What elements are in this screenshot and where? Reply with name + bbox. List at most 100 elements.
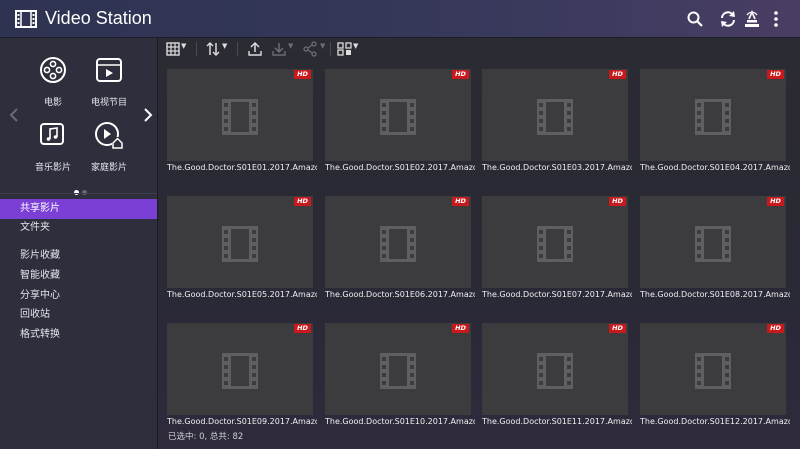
share-icon[interactable] (302, 41, 318, 57)
chevron-left-icon[interactable] (9, 107, 19, 123)
video-title: The.Good.Doctor.S01E07.2017.Amazon (482, 290, 632, 299)
film-logo-icon (15, 10, 37, 28)
video-card[interactable]: HD The.Good.Doctor.S01E02.2017.Amazon (325, 69, 475, 179)
caret-down-icon[interactable]: ▼ (353, 42, 358, 50)
video-card[interactable]: HD The.Good.Doctor.S01E04.2017.Amazon (640, 69, 790, 179)
hd-badge: HD (609, 324, 626, 333)
page-indicator (74, 180, 90, 199)
title-bar: Video Station (0, 0, 800, 38)
stream-icon[interactable] (743, 10, 761, 28)
caret-down-icon[interactable]: ▼ (320, 42, 325, 50)
music-video-icon (40, 123, 64, 145)
video-title: The.Good.Doctor.S01E05.2017.Amazon (167, 290, 317, 299)
category-home-videos[interactable]: 家庭影片 (77, 120, 141, 173)
film-strip-icon (380, 226, 416, 262)
sidebar-item-share-center[interactable]: 分享中心 (0, 286, 157, 306)
video-thumbnail[interactable]: HD (325, 196, 471, 288)
video-thumbnail[interactable]: HD (167, 69, 313, 161)
view-mode-icon[interactable] (166, 41, 180, 57)
sidebar-item-shared-videos[interactable]: 共享影片 (0, 199, 157, 219)
multi-select-icon[interactable] (337, 41, 352, 57)
video-title: The.Good.Doctor.S01E04.2017.Amazon (640, 163, 790, 172)
video-thumbnail[interactable]: HD (325, 69, 471, 161)
video-thumbnail[interactable]: HD (482, 196, 628, 288)
toolbar: ▼ ▼ ▼ ▼ ▼ (158, 38, 800, 60)
video-title: The.Good.Doctor.S01E11.2017.Amazon (482, 417, 632, 426)
toolbar-separator (237, 42, 238, 56)
video-card[interactable]: HD The.Good.Doctor.S01E08.2017.Amazon (640, 196, 790, 306)
video-title: The.Good.Doctor.S01E10.2017.Amazon (325, 417, 475, 426)
movie-reel-icon (40, 57, 66, 83)
sidebar-item-smart-collections[interactable]: 智能收藏 (0, 266, 157, 286)
sidebar-item-transcode[interactable]: 格式转换 (0, 325, 157, 345)
film-strip-icon (537, 226, 573, 262)
video-thumbnail[interactable]: HD (640, 323, 786, 415)
hd-badge: HD (767, 70, 784, 79)
sidebar-item-recycle-bin[interactable]: 回收站 (0, 305, 157, 325)
video-card[interactable]: HD The.Good.Doctor.S01E11.2017.Amazon (482, 323, 632, 433)
sidebar: 电影 电视节目 音乐影片 家庭影片 共享影片 文件夹 影片收藏 智能收藏 分享中… (0, 38, 158, 449)
toolbar-separator (330, 42, 331, 56)
video-card[interactable]: HD The.Good.Doctor.S01E09.2017.Amazon (167, 323, 317, 433)
film-strip-icon (380, 99, 416, 135)
film-strip-icon (222, 99, 258, 135)
video-title: The.Good.Doctor.S01E12.2017.Amazon (640, 417, 790, 426)
category-movies[interactable]: 电影 (21, 55, 85, 108)
divider (0, 193, 157, 194)
film-strip-icon (695, 226, 731, 262)
sidebar-item-folders[interactable]: 文件夹 (0, 218, 157, 238)
film-strip-icon (695, 99, 731, 135)
film-strip-icon (222, 226, 258, 262)
search-icon[interactable] (686, 10, 704, 28)
hd-badge: HD (609, 70, 626, 79)
film-strip-icon (537, 99, 573, 135)
video-card[interactable]: HD The.Good.Doctor.S01E12.2017.Amazon (640, 323, 790, 433)
hd-badge: HD (452, 324, 469, 333)
video-thumbnail[interactable]: HD (482, 69, 628, 161)
video-card[interactable]: HD The.Good.Doctor.S01E03.2017.Amazon (482, 69, 632, 179)
hd-badge: HD (294, 324, 311, 333)
video-title: The.Good.Doctor.S01E09.2017.Amazon (167, 417, 317, 426)
film-strip-icon (695, 353, 731, 389)
video-card[interactable]: HD The.Good.Doctor.S01E10.2017.Amazon (325, 323, 475, 433)
video-card[interactable]: HD The.Good.Doctor.S01E06.2017.Amazon (325, 196, 475, 306)
hd-badge: HD (294, 70, 311, 79)
hd-badge: HD (452, 70, 469, 79)
video-title: The.Good.Doctor.S01E02.2017.Amazon (325, 163, 475, 172)
download-icon[interactable] (271, 41, 287, 57)
upload-icon[interactable] (247, 41, 263, 57)
refresh-icon[interactable] (719, 10, 737, 28)
video-thumbnail[interactable]: HD (325, 323, 471, 415)
video-card[interactable]: HD The.Good.Doctor.S01E01.2017.Amazon (167, 69, 317, 179)
video-thumbnail[interactable]: HD (167, 323, 313, 415)
status-bar: 已选中: 0, 总共: 82 (168, 432, 244, 442)
main-content: ▼ ▼ ▼ ▼ ▼ HD The.Good.Doctor.S01E01.2017. (158, 38, 800, 449)
home-video-icon (95, 122, 123, 149)
sidebar-item-collections[interactable]: 影片收藏 (0, 246, 157, 266)
video-thumbnail[interactable]: HD (640, 196, 786, 288)
video-title: The.Good.Doctor.S01E08.2017.Amazon (640, 290, 790, 299)
chevron-right-icon[interactable] (143, 107, 153, 123)
film-strip-icon (537, 353, 573, 389)
video-title: The.Good.Doctor.S01E06.2017.Amazon (325, 290, 475, 299)
caret-down-icon[interactable]: ▼ (181, 42, 186, 50)
caret-down-icon[interactable]: ▼ (288, 42, 293, 50)
category-tv-shows[interactable]: 电视节目 (77, 55, 141, 108)
sort-icon[interactable] (205, 41, 221, 57)
video-card[interactable]: HD The.Good.Doctor.S01E07.2017.Amazon (482, 196, 632, 306)
video-title: The.Good.Doctor.S01E03.2017.Amazon (482, 163, 632, 172)
category-music-videos[interactable]: 音乐影片 (21, 120, 85, 173)
hd-badge: HD (294, 197, 311, 206)
hd-badge: HD (452, 197, 469, 206)
hd-badge: HD (609, 197, 626, 206)
more-vert-icon[interactable] (767, 10, 785, 28)
toolbar-separator (196, 42, 197, 56)
caret-down-icon[interactable]: ▼ (222, 42, 227, 50)
video-title: The.Good.Doctor.S01E01.2017.Amazon (167, 163, 317, 172)
video-thumbnail[interactable]: HD (167, 196, 313, 288)
video-card[interactable]: HD The.Good.Doctor.S01E05.2017.Amazon (167, 196, 317, 306)
video-thumbnail[interactable]: HD (640, 69, 786, 161)
tv-show-icon (96, 58, 122, 82)
film-strip-icon (222, 353, 258, 389)
video-thumbnail[interactable]: HD (482, 323, 628, 415)
